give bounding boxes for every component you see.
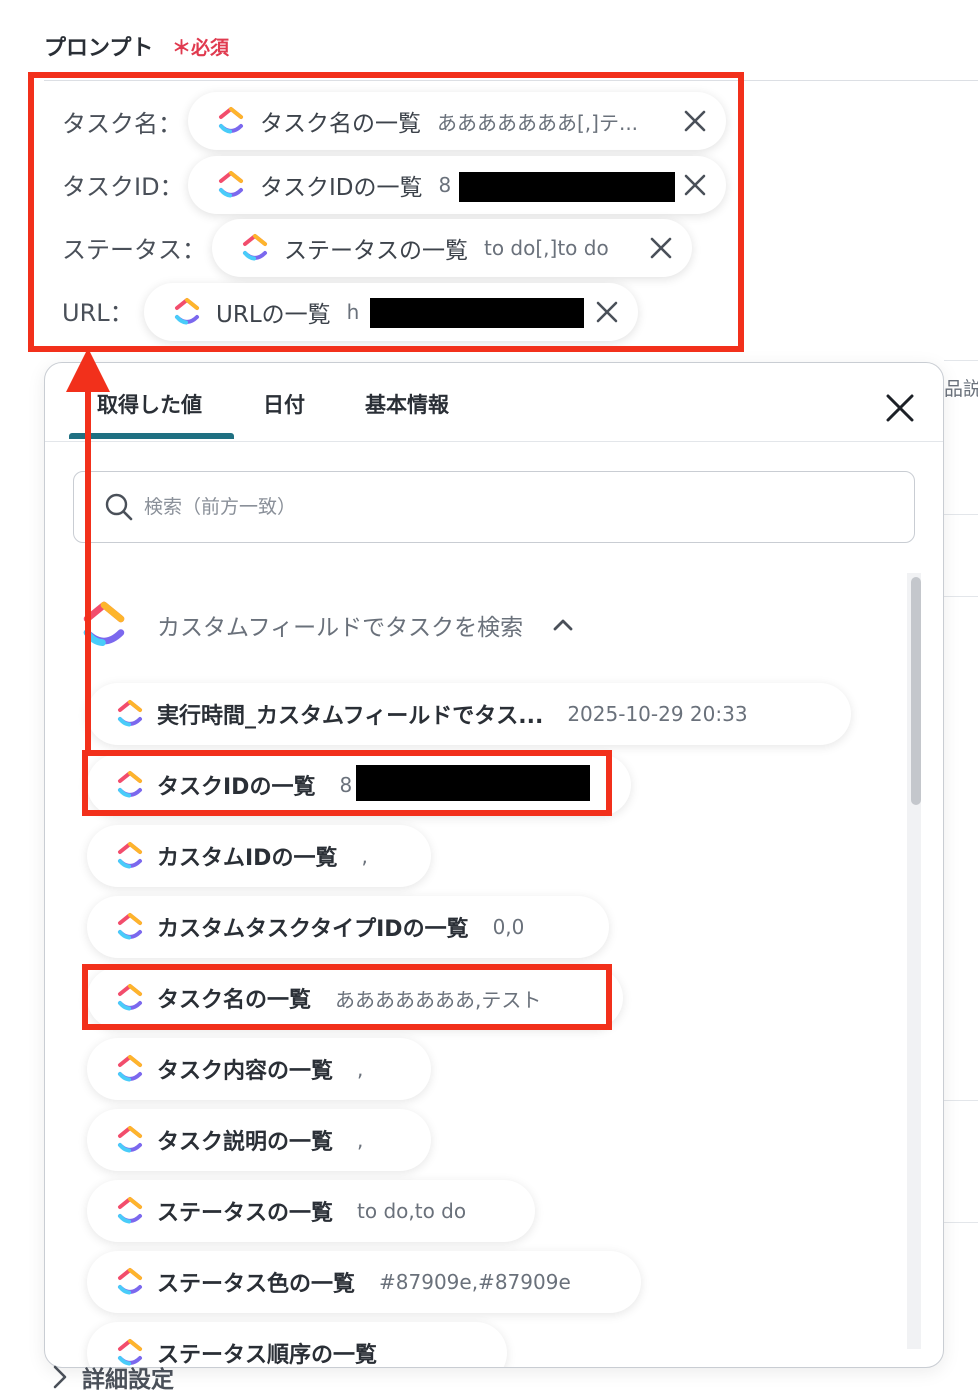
item-value: あああああああ,テスト (335, 987, 542, 1012)
field-row-status: ステータス： (62, 218, 206, 276)
variable-list-item[interactable]: タスク説明の一覧, (87, 1109, 431, 1171)
stage: 品説 プロンプト ＊必須 タスク名： タスク名の一覧 あああああああ[,]テ..… (0, 0, 978, 1398)
group-header[interactable]: カスタムフィールドでタスクを検索 (81, 595, 575, 655)
pill-title: タスクIDの一覧 (260, 175, 423, 201)
pill-title: ステータスの一覧 (284, 238, 468, 264)
chevron-up-icon (553, 619, 573, 631)
close-icon[interactable] (592, 297, 622, 327)
close-icon[interactable] (680, 106, 710, 136)
clickup-logo-icon (83, 601, 125, 647)
item-value: #87909e,#87909e (379, 1270, 571, 1294)
close-icon[interactable] (883, 391, 917, 425)
field-label: タスクID： (62, 172, 184, 201)
clickup-logo-icon (118, 700, 142, 727)
pill-title: URLの一覧 (216, 302, 331, 328)
search-icon (105, 493, 133, 521)
field-row-task-name: タスク名： (62, 92, 182, 150)
pill-value: あああああああ[,]テ... (437, 110, 639, 135)
item-title: ステータスの一覧 (157, 1201, 334, 1226)
field-row-task-id: タスクID： (62, 155, 184, 213)
item-title: カスタムタスクタイプIDの一覧 (157, 917, 469, 942)
item-title: タスク内容の一覧 (157, 1059, 334, 1084)
divider (944, 596, 978, 597)
variable-list-item[interactable]: ステータス色の一覧 #87909e,#87909e (87, 1251, 641, 1313)
chevron-right-icon (53, 1365, 67, 1389)
variable-list-item[interactable]: 実行時間_カスタムフィールドでタス... 2025-10-29 20:33 (87, 683, 851, 745)
item-title: 実行時間_カスタムフィールドでタス... (157, 704, 544, 729)
clickup-logo-icon (118, 771, 142, 798)
redaction-bar (356, 765, 590, 801)
variable-picker-popup: 取得した値 日付 基本情報 カスタムフィールドでタスクを検索 (44, 362, 944, 1368)
variable-pill-status[interactable]: ステータスの一覧 to do[,]to do (212, 219, 692, 277)
tab-date[interactable]: 日付 (263, 389, 305, 419)
field-label: タスク名： (62, 109, 182, 138)
detail-settings-toggle[interactable]: 詳細設定 (52, 1360, 174, 1394)
required-badge: ＊必須 (172, 37, 230, 59)
variable-pill-task-name[interactable]: タスク名の一覧 あああああああ[,]テ... (188, 92, 726, 150)
clickup-logo-icon (118, 1055, 142, 1082)
active-tab-indicator (69, 433, 234, 439)
field-row-url: URL： (62, 281, 134, 339)
clickup-logo-icon (243, 234, 267, 261)
item-title: タスクIDの一覧 (157, 775, 316, 800)
search-field[interactable] (73, 471, 915, 543)
item-title: ステータス色の一覧 (157, 1272, 356, 1297)
item-title: ステータス順序の一覧 (157, 1343, 378, 1368)
item-value: , (361, 844, 368, 868)
variable-list-item[interactable]: タスク内容の一覧, (87, 1038, 431, 1100)
variable-list-item[interactable]: カスタムIDの一覧, (87, 825, 431, 887)
clickup-logo-icon (118, 1268, 142, 1295)
field-label: ステータス： (62, 235, 206, 264)
scrollbar-thumb[interactable] (911, 577, 921, 805)
variable-list-item[interactable]: カスタムタスクタイプIDの一覧 0,0 (87, 896, 609, 958)
tab-acquired-values[interactable]: 取得した値 (97, 389, 202, 419)
detail-settings-label: 詳細設定 (82, 1367, 174, 1393)
variable-list-item[interactable]: ステータスの一覧 to do,to do (87, 1180, 535, 1242)
item-value: 8 (339, 773, 353, 797)
clickup-logo-icon (118, 913, 142, 940)
clickup-logo-icon (118, 984, 142, 1011)
variable-list-item[interactable]: タスク名の一覧 あああああああ,テスト (87, 967, 623, 1029)
item-title: タスク名の一覧 (157, 988, 312, 1013)
search-input[interactable] (144, 496, 844, 518)
clickup-logo-icon (219, 171, 243, 198)
divider (944, 514, 978, 515)
redaction-bar (370, 298, 584, 328)
close-icon[interactable] (646, 233, 676, 263)
item-value: to do,to do (357, 1199, 467, 1223)
clickup-logo-icon (175, 298, 199, 325)
close-icon[interactable] (680, 170, 710, 200)
pill-title: タスク名の一覧 (260, 111, 421, 137)
field-label: URL： (62, 298, 134, 327)
item-value: , (357, 1057, 364, 1081)
pill-value: 8 (438, 173, 452, 197)
divider (944, 1100, 978, 1101)
item-value: 2025-10-29 20:33 (567, 702, 748, 726)
item-title: カスタムIDの一覧 (157, 846, 338, 871)
clickup-logo-icon (219, 107, 243, 134)
redaction-bar (459, 172, 675, 202)
group-title: カスタムフィールドでタスクを検索 (157, 615, 524, 641)
item-title: タスク説明の一覧 (157, 1130, 334, 1155)
divider (944, 1222, 978, 1223)
prompt-label: プロンプト (44, 36, 154, 61)
pill-value: to do[,]to do (484, 236, 609, 260)
pill-value: h (346, 300, 360, 324)
background-label: 品説 (944, 378, 978, 400)
divider (45, 441, 943, 442)
tab-basic-info[interactable]: 基本情報 (365, 389, 449, 419)
clickup-logo-icon (118, 1126, 142, 1153)
clickup-logo-icon (118, 1197, 142, 1224)
item-value: 0,0 (492, 915, 525, 939)
clickup-logo-icon (118, 842, 142, 869)
item-value: , (357, 1128, 364, 1152)
divider (944, 360, 978, 361)
